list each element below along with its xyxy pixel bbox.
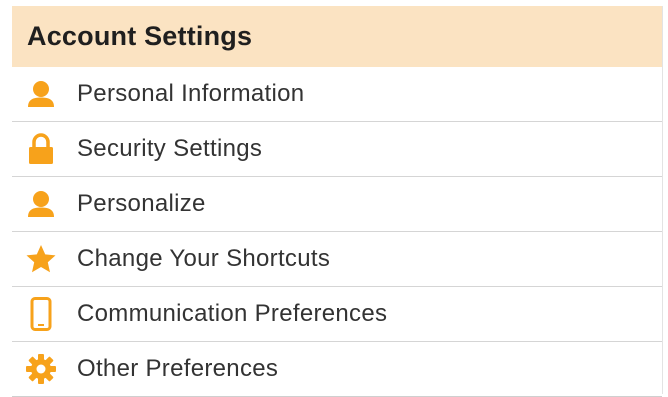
menu-item-label: Other Preferences [77, 355, 279, 382]
menu-item-security-settings[interactable]: Security Settings [12, 122, 662, 177]
star-icon [24, 242, 58, 276]
gear-icon [24, 352, 58, 386]
menu-item-communication-preferences[interactable]: Communication Preferences [12, 287, 662, 342]
menu-item-label: Personalize [77, 190, 206, 217]
menu-item-label: Communication Preferences [77, 300, 388, 327]
panel-title: Account Settings [27, 21, 253, 51]
mobile-phone-icon [24, 297, 58, 331]
menu-item-personal-information[interactable]: Personal Information [12, 67, 662, 122]
menu-item-other-preferences[interactable]: Other Preferences [12, 342, 662, 397]
person-icon [24, 187, 58, 221]
lock-icon [24, 132, 58, 166]
menu-item-personalize[interactable]: Personalize [12, 177, 662, 232]
menu-item-label: Personal Information [77, 80, 305, 107]
account-settings-panel: Account Settings Personal Information Se… [12, 6, 663, 397]
panel-header: Account Settings [12, 6, 662, 67]
person-icon [24, 77, 58, 111]
menu-item-label: Change Your Shortcuts [77, 245, 331, 272]
menu-item-change-your-shortcuts[interactable]: Change Your Shortcuts [12, 232, 662, 287]
menu-item-label: Security Settings [77, 135, 263, 162]
settings-menu: Personal Information Security Settings P… [12, 67, 662, 397]
